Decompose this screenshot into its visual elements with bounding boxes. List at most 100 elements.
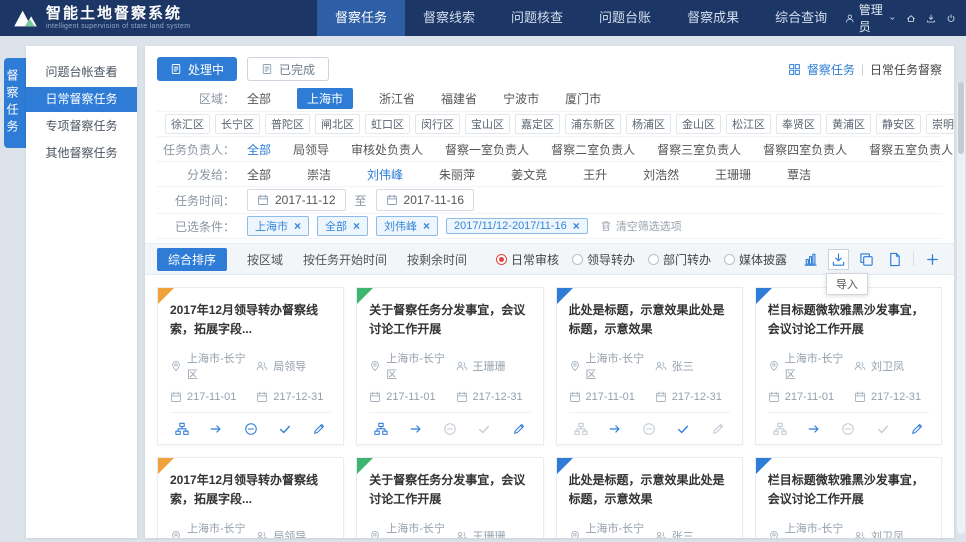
filter-option[interactable]: 全部	[247, 166, 271, 183]
type-radio[interactable]: 媒体披露	[724, 251, 787, 268]
filter-option[interactable]: 杨浦区	[626, 114, 671, 134]
task-card[interactable]: 2017年12月领导转办督察线索，拓展字段... 上海市-长宁区 局领导 217…	[157, 457, 344, 538]
filter-option[interactable]: 厦门市	[565, 90, 601, 107]
forward-icon[interactable]	[409, 422, 423, 436]
filter-option[interactable]: 松江区	[726, 114, 771, 134]
complete-icon[interactable]	[676, 422, 690, 436]
filter-option[interactable]: 嘉定区	[515, 114, 560, 134]
filter-option[interactable]: 全部	[247, 141, 271, 158]
task-card[interactable]: 此处是标题，示意效果此处是标题，示意效果 上海市-长宁区 张三 217-11-0…	[556, 457, 743, 538]
user-menu[interactable]: 管理员	[845, 1, 896, 35]
forward-icon[interactable]	[608, 422, 622, 436]
filter-option[interactable]: 王珊珊	[715, 166, 751, 183]
forward-icon[interactable]	[209, 422, 223, 436]
file-icon[interactable]	[885, 250, 904, 269]
clear-filters-button[interactable]: 清空筛选选项	[600, 218, 682, 234]
remove-tag-icon[interactable]: ×	[423, 220, 430, 232]
filter-option[interactable]: 刘伟峰	[367, 166, 403, 183]
filter-option[interactable]: 奉贤区	[776, 114, 821, 134]
suspend-icon[interactable]	[443, 422, 457, 436]
filter-option[interactable]: 宁波市	[503, 90, 539, 107]
filter-option[interactable]: 金山区	[676, 114, 721, 134]
filter-option[interactable]: 王升	[583, 166, 607, 183]
complete-icon[interactable]	[278, 422, 292, 436]
filter-option[interactable]: 审核处负责人	[351, 141, 423, 158]
remove-tag-icon[interactable]: ×	[573, 220, 580, 232]
sidebar-item[interactable]: 其他督察任务	[26, 141, 137, 166]
filter-option[interactable]: 徐汇区	[165, 114, 210, 134]
filter-option[interactable]: 上海市	[297, 88, 353, 109]
scrollbar-thumb[interactable]	[958, 82, 964, 154]
done-tab-button[interactable]: 已完成	[247, 57, 329, 81]
filter-option[interactable]: 浙江省	[379, 90, 415, 107]
filter-option[interactable]: 督察四室负责人	[763, 141, 847, 158]
filter-option[interactable]: 虹口区	[365, 114, 410, 134]
filter-option[interactable]: 姜文竞	[511, 166, 547, 183]
filter-option[interactable]: 督察二室负责人	[551, 141, 635, 158]
sort-tab[interactable]: 综合排序	[157, 248, 227, 271]
import-icon[interactable]: 导入	[829, 250, 848, 269]
type-radio[interactable]: 领导转办	[572, 251, 635, 268]
nav-item[interactable]: 问题核查	[493, 0, 581, 36]
copy-icon[interactable]	[857, 250, 876, 269]
remove-tag-icon[interactable]: ×	[353, 220, 360, 232]
nav-item[interactable]: 督察任务	[317, 0, 405, 36]
filter-option[interactable]: 长宁区	[215, 114, 260, 134]
task-card[interactable]: 栏目标题微软雅黑沙发事宜，会议讨论工作开展 上海市-长宁区 刘卫凤 217-11…	[755, 457, 942, 538]
filter-tag[interactable]: 上海市×	[247, 216, 309, 236]
type-radio[interactable]: 日常审核	[496, 251, 559, 268]
filter-option[interactable]: 崇明区	[926, 114, 954, 134]
filter-tag[interactable]: 全部×	[317, 216, 368, 236]
filter-tag[interactable]: 2017/11/12-2017/11-16×	[446, 218, 588, 234]
filter-option[interactable]: 督察五室负责人	[869, 141, 953, 158]
breadcrumb-root[interactable]: 督察任务	[807, 61, 855, 78]
assign-icon[interactable]	[574, 422, 588, 436]
sidebar-vertical-tab[interactable]: 督察任务	[4, 58, 26, 148]
assign-icon[interactable]	[175, 422, 189, 436]
forward-icon[interactable]	[807, 422, 821, 436]
filter-option[interactable]: 浦东新区	[565, 114, 621, 134]
end-date-input[interactable]: 2017-11-16	[376, 189, 475, 211]
add-icon[interactable]	[923, 250, 942, 269]
filter-option[interactable]: 覃洁	[787, 166, 811, 183]
sidebar-item[interactable]: 问题台帐查看	[26, 60, 137, 85]
complete-icon[interactable]	[477, 422, 491, 436]
assign-icon[interactable]	[374, 422, 388, 436]
sidebar-item[interactable]: 日常督察任务	[26, 87, 137, 112]
edit-icon[interactable]	[512, 422, 526, 436]
assign-icon[interactable]	[773, 422, 787, 436]
task-card[interactable]: 关于督察任务分发事宜，会议讨论工作开展 上海市-长宁区 王珊珊 217-11-0…	[356, 287, 543, 445]
task-card[interactable]: 2017年12月领导转办督察线索，拓展字段... 上海市-长宁区 局领导 217…	[157, 287, 344, 445]
remove-tag-icon[interactable]: ×	[294, 220, 301, 232]
nav-item[interactable]: 督察线索	[405, 0, 493, 36]
suspend-icon[interactable]	[841, 422, 855, 436]
nav-item[interactable]: 问题台账	[581, 0, 669, 36]
filter-option[interactable]: 宝山区	[465, 114, 510, 134]
filter-option[interactable]: 闵行区	[415, 114, 460, 134]
scrollbar[interactable]	[957, 82, 965, 534]
chart-icon[interactable]	[801, 250, 820, 269]
nav-item[interactable]: 综合查询	[757, 0, 845, 36]
filter-option[interactable]: 崇洁	[307, 166, 331, 183]
filter-option[interactable]: 全部	[247, 90, 271, 107]
edit-icon[interactable]	[312, 422, 326, 436]
edit-icon[interactable]	[711, 422, 725, 436]
power-icon[interactable]	[946, 12, 956, 25]
processing-tab-button[interactable]: 处理中	[157, 57, 237, 81]
filter-option[interactable]: 普陀区	[265, 114, 310, 134]
suspend-icon[interactable]	[244, 422, 258, 436]
sort-tab[interactable]: 按剩余时间	[407, 251, 467, 268]
edit-icon[interactable]	[910, 422, 924, 436]
sidebar-item[interactable]: 专项督察任务	[26, 114, 137, 139]
filter-option[interactable]: 朱丽萍	[439, 166, 475, 183]
task-card[interactable]: 此处是标题，示意效果此处是标题，示意效果 上海市-长宁区 张三 217-11-0…	[556, 287, 743, 445]
task-card[interactable]: 关于督察任务分发事宜，会议讨论工作开展 上海市-长宁区 王珊珊 217-11-0…	[356, 457, 543, 538]
task-card[interactable]: 栏目标题微软雅黑沙发事宜，会议讨论工作开展 上海市-长宁区 刘卫凤 217-11…	[755, 287, 942, 445]
type-radio[interactable]: 部门转办	[648, 251, 711, 268]
filter-option[interactable]: 督察三室负责人	[657, 141, 741, 158]
filter-option[interactable]: 督察一室负责人	[445, 141, 529, 158]
download-icon[interactable]	[926, 12, 936, 25]
nav-item[interactable]: 督察成果	[669, 0, 757, 36]
filter-option[interactable]: 福建省	[441, 90, 477, 107]
filter-option[interactable]: 刘浩然	[643, 166, 679, 183]
